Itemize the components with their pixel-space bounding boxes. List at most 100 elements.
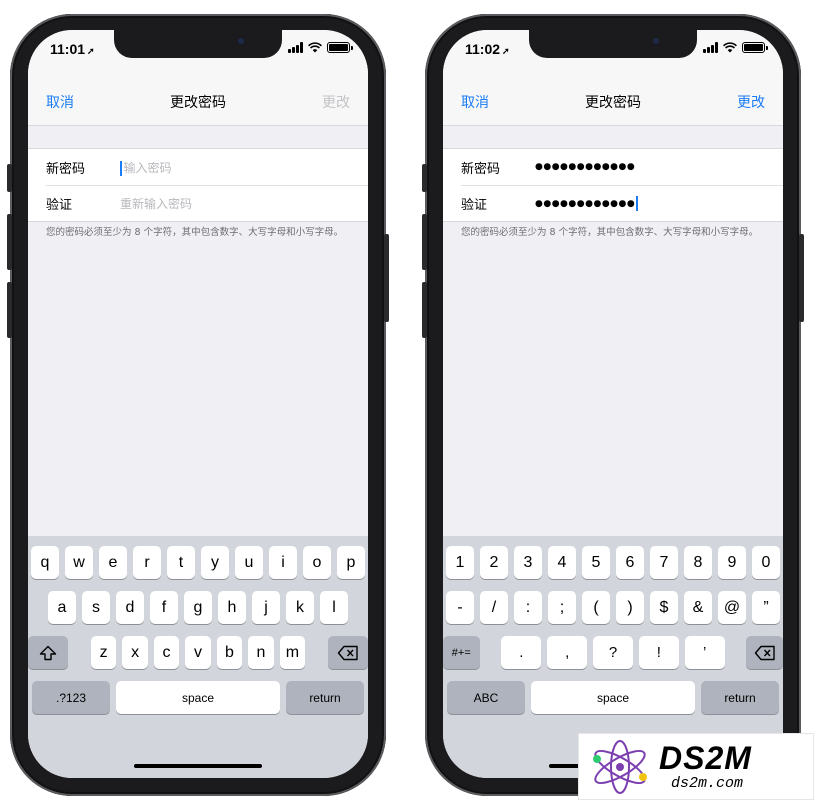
key[interactable]: k [286,591,314,624]
change-button[interactable]: 更改 [737,92,765,112]
return-key[interactable]: return [701,681,779,714]
notch [529,30,697,58]
backspace-key[interactable] [327,636,368,669]
password-hint: 您的密码必须至少为 8 个字符，其中包含数字、大写字母和小写字母。 [46,227,344,238]
change-button[interactable]: 更改 [322,92,350,112]
key[interactable]: 0 [752,546,780,579]
page-title: 更改密码 [170,95,226,111]
key[interactable]: u [235,546,263,579]
key[interactable]: / [480,591,508,624]
key[interactable]: g [184,591,212,624]
key[interactable]: , [547,636,588,669]
key[interactable]: o [303,546,331,579]
key[interactable]: i [269,546,297,579]
verify-password-row[interactable]: 验证 ●●●●●●●●●●●● [443,185,783,221]
key[interactable]: y [201,546,229,579]
backspace-key[interactable] [746,636,783,669]
new-password-row[interactable]: 新密码 输入密码 [28,149,368,185]
home-indicator[interactable] [134,764,262,768]
key[interactable]: ( [582,591,610,624]
password-form: 新密码 ●●●●●●●●●●●● 验证 ●●●●●●●●●●●● [443,148,783,222]
key[interactable]: n [248,636,274,669]
verify-password-field[interactable]: 重新输入密码 [120,195,192,212]
keyboard-row-3: #+= . , ? ! ’ [443,636,783,669]
key[interactable]: 7 [650,546,678,579]
key[interactable]: 6 [616,546,644,579]
key[interactable]: c [153,636,180,669]
key[interactable]: @ [718,591,746,624]
backspace-icon [754,645,775,660]
key[interactable]: 2 [480,546,508,579]
key[interactable]: 3 [514,546,542,579]
watermark-logo: DS2M ds2m.com [578,733,814,800]
key[interactable]: l [320,591,348,624]
volume-up-button [422,214,427,270]
mute-switch [7,164,12,192]
backspace-icon [337,645,358,660]
new-password-row[interactable]: 新密码 ●●●●●●●●●●●● [443,149,783,185]
keyboard-row-3: z x c v b n m [28,636,368,669]
key[interactable]: ! [638,636,679,669]
new-password-masked: ●●●●●●●●●●●● [535,162,636,172]
key[interactable]: 5 [582,546,610,579]
new-password-label: 新密码 [46,161,86,177]
page-title: 更改密码 [585,95,641,111]
key[interactable]: $ [650,591,678,624]
key[interactable]: 9 [718,546,746,579]
key[interactable]: ? [593,636,633,669]
screen: 11:01 ➚ 取消 更改密码 更改 新密码 输入密码 验证 重新输入密码 您的密… [28,30,368,778]
keyboard: q w e r t y u i o p a s d f g h j k l z … [28,536,368,778]
key[interactable]: ) [616,591,644,624]
key[interactable]: . [501,636,542,669]
wifi-icon [723,42,737,53]
key[interactable]: p [337,546,365,579]
status-time-text: 11:02 [465,41,501,57]
volume-up-button [7,214,12,270]
key[interactable]: 1 [446,546,474,579]
key[interactable]: ’ [684,636,725,669]
logo-brand: DS2M [659,739,752,776]
key[interactable]: h [218,591,246,624]
key[interactable]: : [514,591,542,624]
status-time: 11:02 ➚ [465,41,510,57]
phone-left: 11:01 ➚ 取消 更改密码 更改 新密码 输入密码 验证 重新输入密码 您的密… [7,14,389,796]
key[interactable]: d [116,591,144,624]
key[interactable]: b [216,636,243,669]
side-button [799,234,804,322]
key[interactable]: x [122,636,148,669]
key[interactable]: 4 [548,546,576,579]
keyboard-row-4: .?123 space return [28,681,368,714]
key[interactable]: t [167,546,195,579]
key[interactable]: q [31,546,59,579]
shift-key[interactable] [28,636,68,669]
key[interactable]: e [99,546,127,579]
new-password-field[interactable]: 输入密码 [120,159,172,176]
new-password-field[interactable]: ●●●●●●●●●●●● [535,162,635,172]
key[interactable]: ; [548,591,576,624]
key[interactable]: j [252,591,280,624]
password-hint: 您的密码必须至少为 8 个字符，其中包含数字、大写字母和小写字母。 [461,227,759,238]
key[interactable]: w [65,546,93,579]
key[interactable]: 8 [684,546,712,579]
letters-mode-key[interactable]: ABC [447,681,525,714]
key[interactable]: r [133,546,161,579]
new-password-label: 新密码 [461,161,501,177]
key[interactable]: f [150,591,178,624]
location-arrow-icon: ➚ [87,46,95,56]
key[interactable]: & [684,591,712,624]
space-key[interactable]: space [116,681,280,714]
verify-password-row[interactable]: 验证 重新输入密码 [28,185,368,221]
key[interactable]: ” [752,591,780,624]
numbers-mode-key[interactable]: .?123 [32,681,110,714]
verify-password-field[interactable]: ●●●●●●●●●●●● [535,195,638,211]
return-key[interactable]: return [286,681,364,714]
key[interactable]: m [279,636,306,669]
symbols-shift-key[interactable]: #+= [443,636,480,669]
verify-password-label: 验证 [46,197,73,213]
key[interactable]: - [446,591,474,624]
space-key[interactable]: space [531,681,695,714]
key[interactable]: s [82,591,110,624]
key[interactable]: a [48,591,76,624]
key[interactable]: v [185,636,211,669]
key[interactable]: z [90,636,117,669]
